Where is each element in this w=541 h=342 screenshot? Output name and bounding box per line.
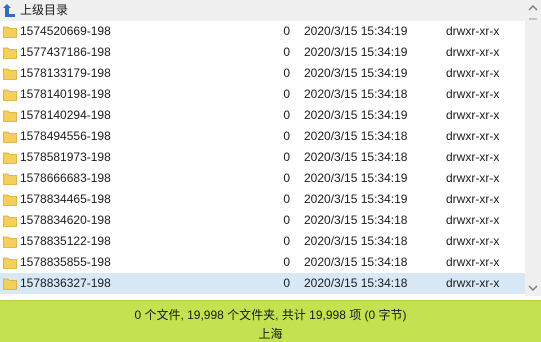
folder-modified: 2020/3/15 15:34:18 <box>304 213 408 227</box>
folder-icon <box>3 110 17 122</box>
folder-row[interactable]: 1578834620-198 0 2020/3/15 15:34:18 drwxr-x… <box>0 210 525 231</box>
folder-permissions: drwxr-xr-x <box>446 213 500 227</box>
folder-size: 0 <box>283 24 290 38</box>
folder-icon <box>3 278 17 290</box>
folder-modified: 2020/3/15 15:34:19 <box>304 108 408 122</box>
folder-row[interactable]: 1578835855-198 0 2020/3/15 15:34:18 drwxr-x… <box>0 252 525 273</box>
folder-row[interactable]: 1577437186-198 0 2020/3/15 15:34:19 drwxr-x… <box>0 42 525 63</box>
scroll-up-icon[interactable] <box>525 0 541 16</box>
file-list: 上级目录 1574520669-198 0 2020/3/15 15:34:19 dr… <box>0 0 525 296</box>
folder-permissions: drwxr-xr-x <box>446 108 500 122</box>
folder-permissions: drwxr-xr-x <box>446 234 500 248</box>
scrollbar-thumb[interactable] <box>529 18 537 20</box>
folder-permissions: drwxr-xr-x <box>446 255 500 269</box>
folder-permissions: drwxr-xr-x <box>446 192 500 206</box>
folder-icon <box>3 89 17 101</box>
folder-row[interactable]: 1574520669-198 0 2020/3/15 15:34:19 drwxr-x… <box>0 21 525 42</box>
folder-row[interactable]: 1578133179-198 0 2020/3/15 15:34:19 drwxr-x… <box>0 63 525 84</box>
folder-size: 0 <box>283 234 290 248</box>
folder-size: 0 <box>283 87 290 101</box>
folder-modified: 2020/3/15 15:34:18 <box>304 276 408 290</box>
folder-row[interactable]: 1578581973-198 0 2020/3/15 15:34:18 drwxr-x… <box>0 147 525 168</box>
folder-modified: 2020/3/15 15:34:19 <box>304 66 408 80</box>
status-location: 上海 <box>258 327 283 341</box>
folder-size: 0 <box>283 66 290 80</box>
folder-row[interactable]: 1578666683-198 0 2020/3/15 15:34:19 drwxr-x… <box>0 168 525 189</box>
folder-permissions: drwxr-xr-x <box>446 276 500 290</box>
folder-permissions: drwxr-xr-x <box>446 24 500 38</box>
folder-permissions: drwxr-xr-x <box>446 129 500 143</box>
folder-modified: 2020/3/15 15:34:18 <box>304 234 408 248</box>
folder-row[interactable]: 1578140294-198 0 2020/3/15 15:34:19 drwxr-x… <box>0 105 525 126</box>
folder-size: 0 <box>283 171 290 185</box>
folder-modified: 2020/3/15 15:34:18 <box>304 87 408 101</box>
folder-icon <box>3 215 17 227</box>
parent-directory-row[interactable]: 上级目录 <box>0 0 525 21</box>
folder-permissions: drwxr-xr-x <box>446 171 500 185</box>
folder-icon <box>3 236 17 248</box>
folder-modified: 2020/3/15 15:34:18 <box>304 150 408 164</box>
folder-row[interactable]: 1578836327-198 0 2020/3/15 15:34:18 drwxr-x… <box>0 273 525 294</box>
folder-permissions: drwxr-xr-x <box>446 66 500 80</box>
folder-modified: 2020/3/15 15:34:19 <box>304 45 408 59</box>
folder-size: 0 <box>283 108 290 122</box>
status-bar: 0 个文件, 19,998 个文件夹, 共计 19,998 项 (0 字节) 上… <box>0 300 541 342</box>
folder-icon <box>3 68 17 80</box>
scroll-down-icon[interactable] <box>525 280 541 296</box>
folder-size: 0 <box>283 213 290 227</box>
folder-row[interactable]: 1578494556-198 0 2020/3/15 15:34:18 drwxr-x… <box>0 126 525 147</box>
folder-size: 0 <box>283 150 290 164</box>
folder-modified: 2020/3/15 15:34:19 <box>304 24 408 38</box>
folder-permissions: drwxr-xr-x <box>446 87 500 101</box>
folder-icon <box>3 47 17 59</box>
folder-row[interactable]: 1578140198-198 0 2020/3/15 15:34:18 drwxr-x… <box>0 84 525 105</box>
folder-modified: 2020/3/15 15:34:18 <box>304 129 408 143</box>
folder-size: 0 <box>283 276 290 290</box>
folder-icon <box>3 152 17 164</box>
folder-icon <box>3 257 17 269</box>
parent-directory-label: 上级目录 <box>20 3 69 17</box>
status-summary: 0 个文件, 19,998 个文件夹, 共计 19,998 项 (0 字节) <box>134 308 407 322</box>
folder-row[interactable]: 1578834465-198 0 2020/3/15 15:34:19 drwxr-x… <box>0 189 525 210</box>
folder-size: 0 <box>283 45 290 59</box>
folder-size: 0 <box>283 129 290 143</box>
folder-row[interactable]: 1578835122-198 0 2020/3/15 15:34:18 drwxr-x… <box>0 231 525 252</box>
folder-modified: 2020/3/15 15:34:19 <box>304 192 408 206</box>
folder-icon <box>3 131 17 143</box>
folder-modified: 2020/3/15 15:34:19 <box>304 171 408 185</box>
parent-directory-icon <box>3 4 15 17</box>
vertical-scrollbar[interactable] <box>525 0 541 296</box>
folder-icon <box>3 194 17 206</box>
folder-icon <box>3 26 17 38</box>
folder-icon <box>3 173 17 185</box>
folder-size: 0 <box>283 192 290 206</box>
folder-modified: 2020/3/15 15:34:18 <box>304 255 408 269</box>
folder-permissions: drwxr-xr-x <box>446 45 500 59</box>
folder-size: 0 <box>283 255 290 269</box>
folder-permissions: drwxr-xr-x <box>446 150 500 164</box>
